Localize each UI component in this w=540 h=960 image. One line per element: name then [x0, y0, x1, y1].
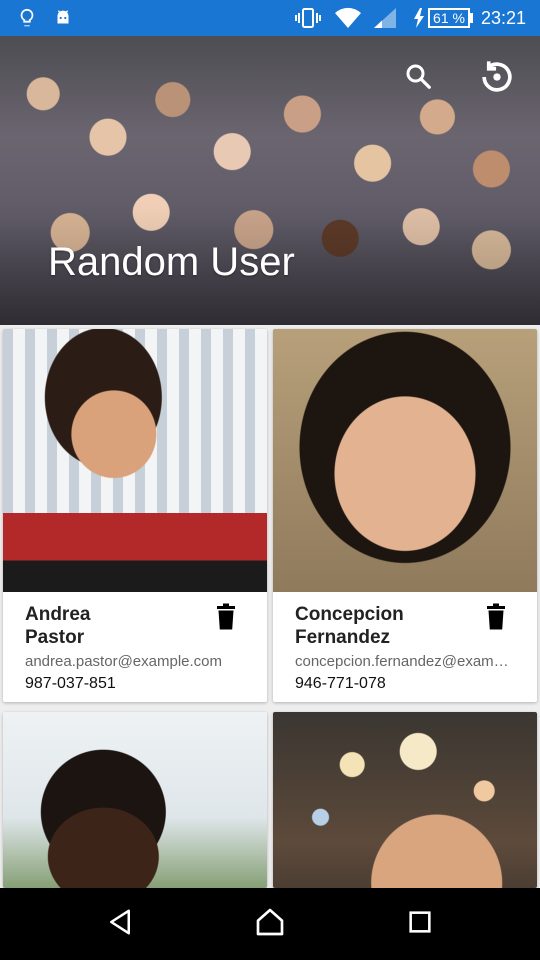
home-icon [254, 906, 286, 943]
restore-button[interactable] [474, 56, 520, 102]
recents-icon [406, 908, 434, 941]
page-title: Random User [48, 240, 295, 284]
first-name: Concepcion [295, 604, 404, 625]
user-name: Concepcion Fernandez [295, 603, 475, 649]
android-icon [52, 0, 74, 36]
user-photo[interactable] [3, 329, 267, 592]
user-phone: 987-037-851 [25, 675, 116, 692]
user-card[interactable] [3, 712, 267, 888]
status-bar: 61 % 23:21 [0, 0, 540, 36]
user-photo[interactable] [3, 712, 267, 888]
signal-icon [372, 0, 398, 36]
home-button[interactable] [248, 902, 292, 946]
first-name: Andrea [25, 604, 91, 625]
recents-button[interactable] [398, 902, 442, 946]
user-photo[interactable] [273, 329, 537, 592]
trash-icon [484, 603, 508, 636]
navigation-bar [0, 888, 540, 960]
header-banner: Random User [0, 36, 540, 325]
clock: 23:21 [480, 8, 526, 28]
user-card[interactable]: Concepcion Fernandez concepcion.fernande… [273, 329, 537, 702]
charging-bolt-icon [412, 0, 426, 36]
user-photo[interactable] [273, 712, 537, 888]
user-name: Andrea Pastor [25, 603, 205, 649]
user-phone: 946-771-078 [295, 675, 386, 692]
lightbulb-icon [16, 0, 38, 36]
trash-icon [214, 603, 238, 636]
back-button[interactable] [98, 902, 142, 946]
battery-icon [470, 13, 473, 23]
last-name: Pastor [25, 627, 85, 648]
restore-icon [475, 55, 519, 104]
last-name: Fernandez [295, 627, 391, 648]
search-icon [403, 61, 433, 96]
user-card[interactable]: Andrea Pastor andrea.pastor@example.com … [3, 329, 267, 702]
back-icon [105, 907, 135, 942]
user-email: andrea.pastor@example.com [25, 653, 222, 670]
delete-button[interactable] [211, 603, 241, 635]
battery-indicator: 61 % [428, 8, 470, 28]
search-button[interactable] [398, 58, 438, 98]
user-email: concepcion.fernandez@exam… [295, 653, 509, 670]
delete-button[interactable] [481, 603, 511, 635]
vibrate-icon [294, 0, 322, 36]
user-card[interactable] [273, 712, 537, 888]
wifi-icon [334, 0, 362, 36]
